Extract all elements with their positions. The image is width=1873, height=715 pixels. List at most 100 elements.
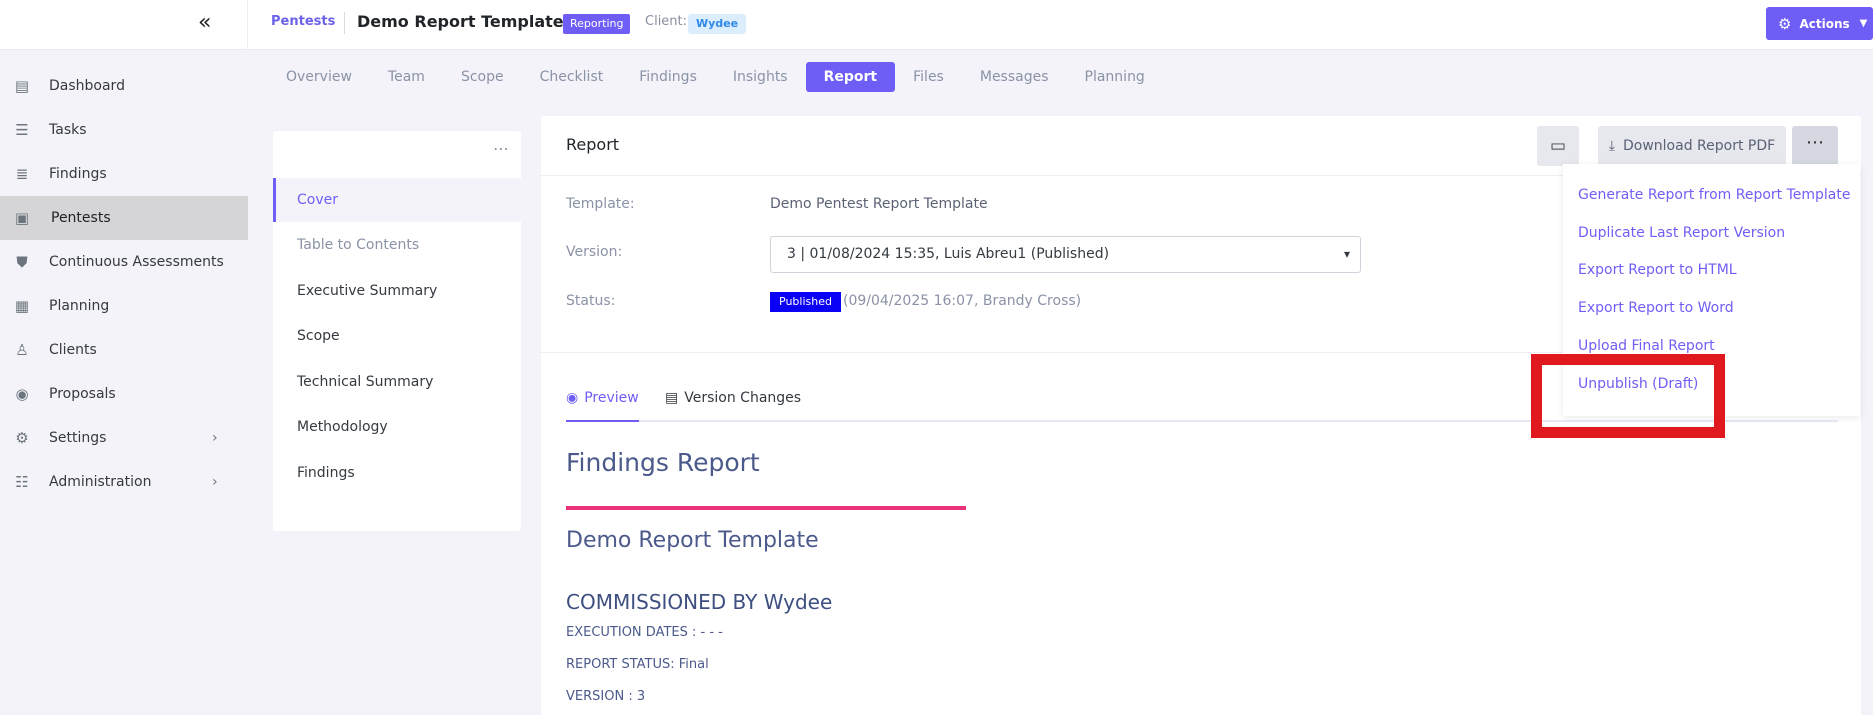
- sidebar: ▤ Dashboard ☰ Tasks ≣ Findings ▣ Pentest…: [0, 50, 248, 715]
- sidebar-item-clients[interactable]: ♙ Clients: [0, 328, 248, 372]
- menu-item-generate-report[interactable]: Generate Report from Report Template: [1578, 187, 1850, 203]
- status-meta: (09/04/2025 16:07, Brandy Cross): [843, 293, 1082, 309]
- sidebar-item-label: Clients: [49, 342, 97, 358]
- calendar-icon: ▦: [14, 297, 30, 315]
- download-label: Download Report PDF: [1623, 138, 1776, 154]
- sidebar-item-label: Proposals: [49, 386, 116, 402]
- more-options-icon[interactable]: ⋯: [493, 139, 509, 158]
- gear-icon: ⚙: [15, 429, 29, 447]
- shield-icon: ⛊: [16, 253, 28, 271]
- published-badge: Published: [770, 292, 841, 312]
- clients-icon: ♙: [15, 341, 29, 359]
- eye-icon: ◉: [566, 390, 579, 406]
- sidebar-item-tasks[interactable]: ☰ Tasks: [0, 108, 248, 152]
- version-select[interactable]: 3 | 01/08/2024 15:35, Luis Abreu1 (Publi…: [770, 236, 1361, 273]
- tab-preview[interactable]: ◉ Preview: [566, 384, 639, 422]
- sliders-icon: ☷: [15, 473, 29, 491]
- chevron-down-icon: ▼: [1859, 18, 1868, 29]
- sidebar-item-label: Tasks: [49, 122, 87, 138]
- tab-insights[interactable]: Insights: [715, 62, 806, 92]
- section-table-of-contents[interactable]: Table to Contents: [273, 223, 521, 267]
- breadcrumb-separator: [344, 12, 345, 34]
- comments-button[interactable]: ▭: [1537, 126, 1579, 166]
- sidebar-item-label: Dashboard: [49, 78, 125, 94]
- sidebar-item-label: Planning: [49, 298, 110, 314]
- version-label: Version:: [566, 244, 623, 260]
- status-badge: Reporting: [563, 14, 631, 34]
- download-report-pdf-button[interactable]: ⤓ Download Report PDF: [1598, 126, 1786, 166]
- top-header: « Pentests Demo Report Template Reportin…: [0, 0, 1873, 50]
- sidebar-item-label: Administration: [49, 474, 152, 490]
- sidebar-item-pentests[interactable]: ▣ Pentests: [0, 196, 248, 240]
- preview-title: Findings Report: [566, 448, 760, 477]
- tab-scope[interactable]: Scope: [443, 62, 522, 92]
- version-changes-tab-label: Version Changes: [684, 390, 802, 406]
- more-actions-button[interactable]: ⋯: [1792, 126, 1838, 166]
- preview-report-status: REPORT STATUS: Final: [566, 657, 709, 672]
- chevron-right-icon: ›: [212, 430, 218, 446]
- sidebar-item-label: Pentests: [51, 210, 111, 226]
- section-technical-summary[interactable]: Technical Summary: [273, 360, 521, 404]
- preview-title-underline: [566, 506, 966, 510]
- preview-subtitle: Demo Report Template: [566, 528, 819, 553]
- menu-item-upload-final-report[interactable]: Upload Final Report: [1578, 338, 1715, 354]
- breadcrumb-pentests[interactable]: Pentests: [271, 14, 335, 29]
- menu-item-export-word[interactable]: Export Report to Word: [1578, 300, 1734, 316]
- sidebar-item-settings[interactable]: ⚙ Settings ›: [0, 416, 248, 460]
- sidebar-item-label: Continuous Assessments: [49, 254, 224, 270]
- preview-commissioned: COMMISSIONED BY Wydee: [566, 590, 833, 614]
- tab-overview[interactable]: Overview: [268, 62, 370, 92]
- preview-tab-label: Preview: [584, 390, 639, 406]
- tab-findings[interactable]: Findings: [621, 62, 715, 92]
- menu-item-export-html[interactable]: Export Report to HTML: [1578, 262, 1737, 278]
- section-cover[interactable]: Cover: [273, 178, 521, 222]
- status-label: Status:: [566, 293, 616, 309]
- report-title: Report: [566, 135, 620, 154]
- preview-version: VERSION : 3: [566, 689, 646, 704]
- pentest-tabs: Overview Team Scope Checklist Findings I…: [268, 62, 1163, 94]
- version-select-value: 3 | 01/08/2024 15:35, Luis Abreu1 (Publi…: [787, 246, 1110, 262]
- sidebar-item-continuous-assessments[interactable]: ⛊ Continuous Assessments: [0, 240, 248, 284]
- tab-team[interactable]: Team: [370, 62, 443, 92]
- tab-messages[interactable]: Messages: [962, 62, 1067, 92]
- tab-report[interactable]: Report: [805, 62, 896, 92]
- report-sections-card: ⋯ Cover Table to Contents Executive Summ…: [273, 131, 521, 531]
- sidebar-item-administration[interactable]: ☷ Administration ›: [0, 460, 248, 504]
- pentests-icon: ▣: [14, 209, 30, 227]
- sidebar-item-findings[interactable]: ≣ Findings: [0, 152, 248, 196]
- gear-icon: ⚙: [1778, 14, 1792, 33]
- section-findings[interactable]: Findings: [273, 451, 521, 495]
- chevron-right-icon: ›: [212, 474, 218, 490]
- chevron-down-icon: ▾: [1343, 247, 1350, 261]
- section-executive-summary[interactable]: Executive Summary: [273, 269, 521, 313]
- sidebar-item-planning[interactable]: ▦ Planning: [0, 284, 248, 328]
- actions-button[interactable]: ⚙ Actions ▼: [1766, 7, 1873, 40]
- tab-checklist[interactable]: Checklist: [522, 62, 622, 92]
- sidebar-item-proposals[interactable]: ◉ Proposals: [0, 372, 248, 416]
- tab-version-changes[interactable]: ▤ Version Changes: [665, 384, 801, 422]
- findings-icon: ≣: [15, 165, 29, 183]
- tab-files[interactable]: Files: [895, 62, 962, 92]
- actions-label: Actions: [1799, 16, 1850, 31]
- client-badge[interactable]: Wydee: [688, 14, 747, 34]
- proposals-icon: ◉: [15, 385, 29, 403]
- tasks-icon: ☰: [15, 121, 29, 139]
- sidebar-item-label: Settings: [49, 430, 107, 446]
- download-icon: ⤓: [1608, 138, 1615, 154]
- preview-execution-dates: EXECUTION DATES : - - -: [566, 625, 723, 640]
- document-icon: ▤: [665, 390, 679, 406]
- sidebar-item-dashboard[interactable]: ▤ Dashboard: [0, 64, 248, 108]
- page-title: Demo Report Template: [357, 12, 564, 31]
- menu-item-duplicate-version[interactable]: Duplicate Last Report Version: [1578, 225, 1785, 241]
- tab-planning[interactable]: Planning: [1067, 62, 1163, 92]
- client-label: Client:: [645, 14, 688, 29]
- template-value: Demo Pentest Report Template: [770, 196, 988, 212]
- template-label: Template:: [566, 196, 635, 212]
- dashboard-icon: ▤: [14, 77, 30, 95]
- comment-icon: ▭: [1549, 136, 1567, 156]
- section-methodology[interactable]: Methodology: [273, 405, 521, 449]
- section-scope[interactable]: Scope: [273, 314, 521, 358]
- highlight-box: [1531, 354, 1725, 438]
- collapse-sidebar-icon[interactable]: «: [198, 12, 222, 36]
- header-divider: [247, 0, 248, 50]
